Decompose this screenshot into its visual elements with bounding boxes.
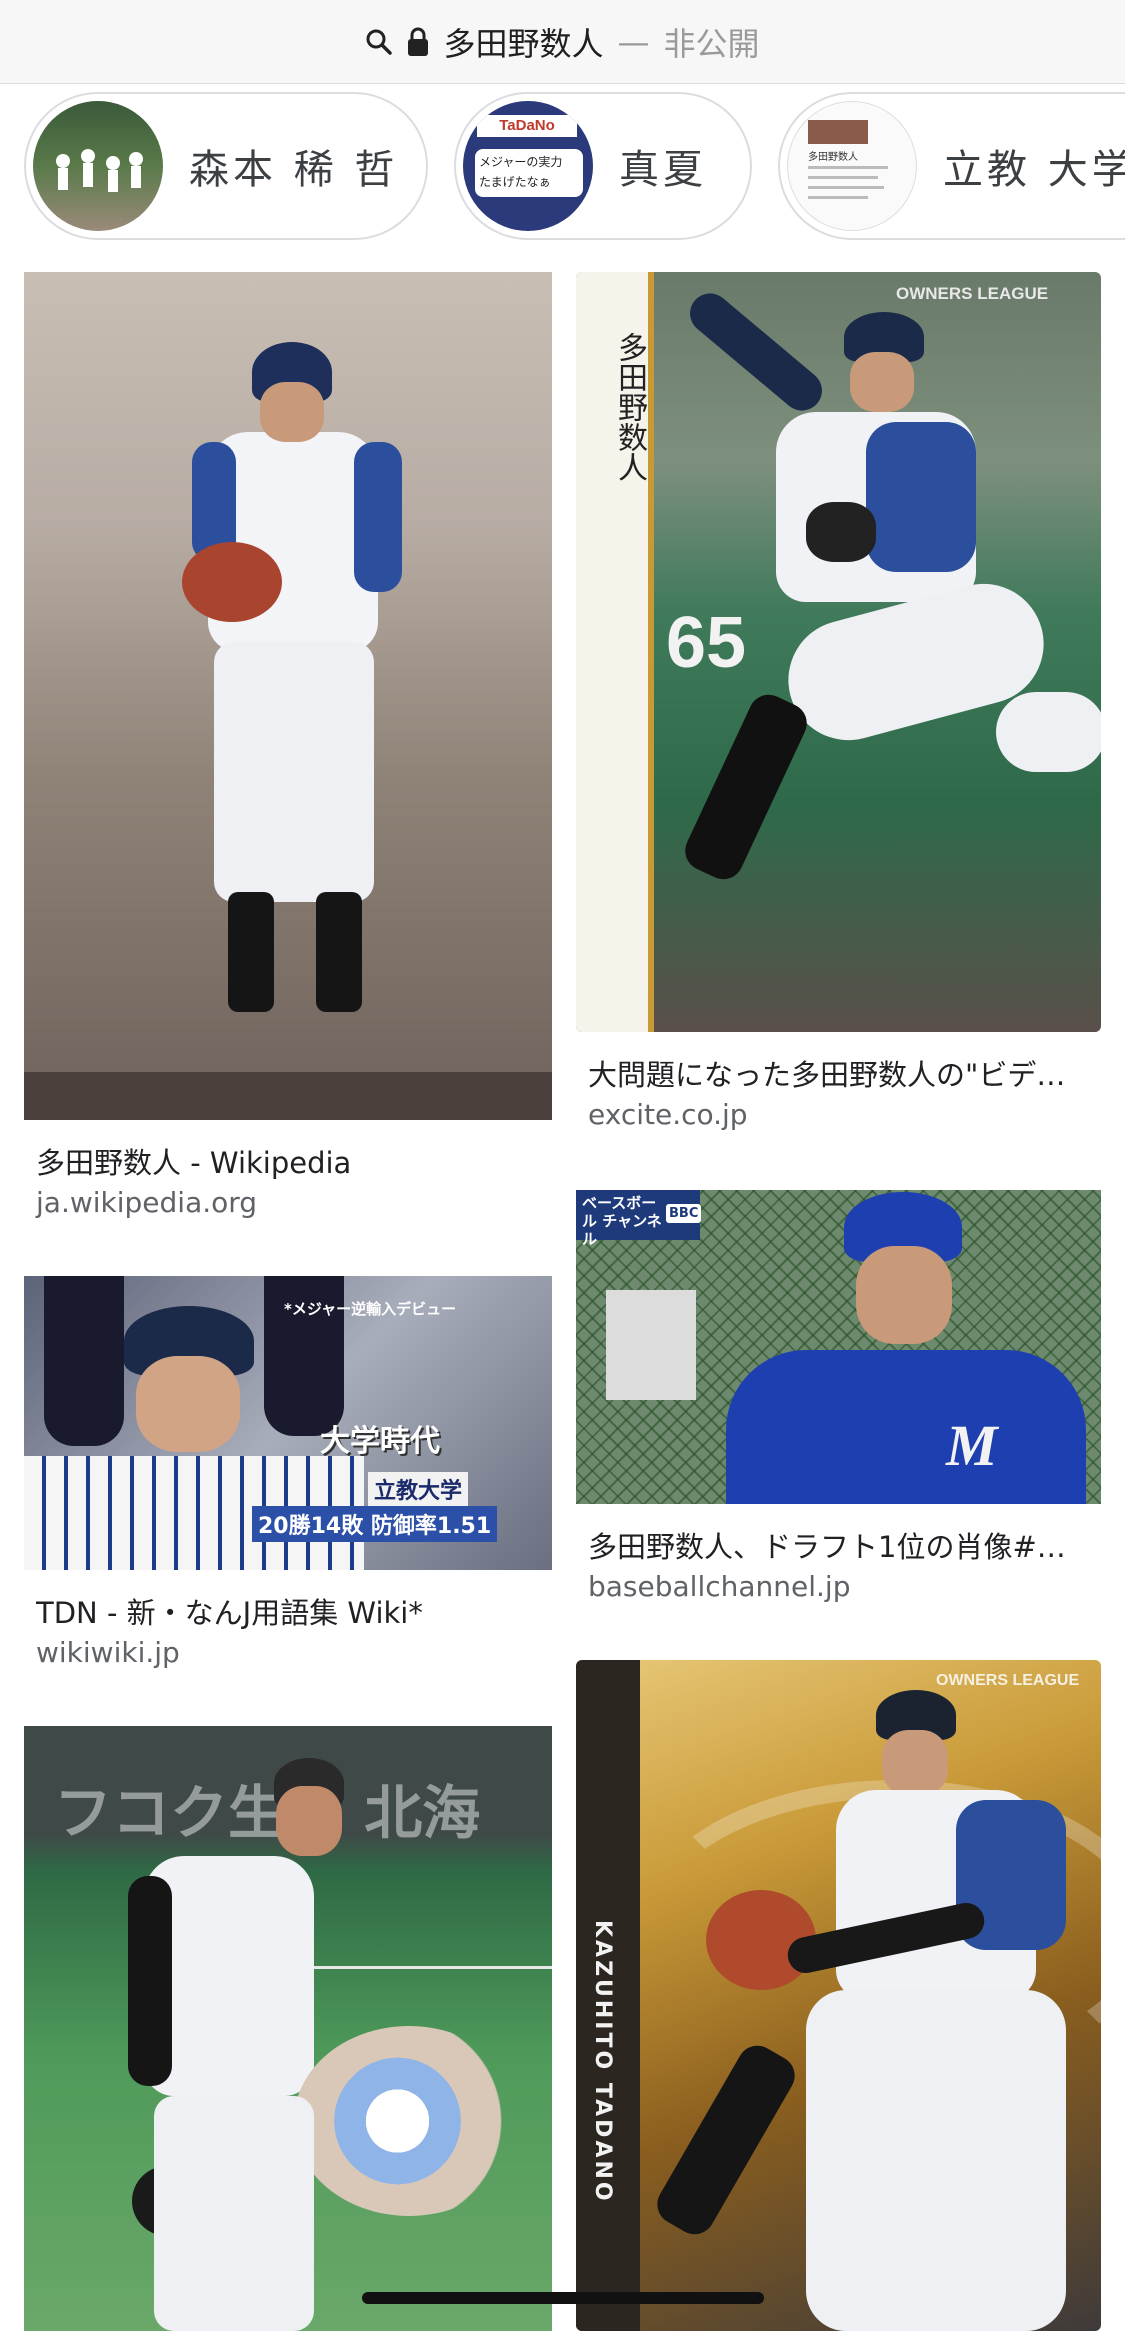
title-separator: —	[617, 22, 650, 61]
player-leg	[678, 688, 814, 886]
glove	[182, 542, 282, 622]
related-chips: 森本 稀 哲 TaDaNo メジャーの実力 たまげたなぁ 真夏 多田野数人 立教…	[0, 92, 1125, 242]
tv-caption-school: 立教大学	[368, 1472, 469, 1506]
site-subtitle: 非公開	[663, 24, 760, 63]
tv-caption-top: *メジャー逆輸入デビュー	[284, 1300, 457, 1318]
player-face	[136, 1356, 240, 1452]
bbc-badge: BBC	[666, 1204, 702, 1223]
player-pants	[806, 1990, 1066, 2331]
card-number: 65	[666, 603, 747, 683]
result-title[interactable]: 多田野数人、ドラフト1位の肖像#…	[588, 1524, 1088, 1566]
player-arm	[44, 1276, 124, 1446]
player-face	[856, 1246, 952, 1344]
player-jersey	[726, 1350, 1086, 1504]
result-image-baseballchannel[interactable]: ベースボール チャンネル BBC M	[576, 1190, 1101, 1504]
home-indicator[interactable]	[362, 2292, 764, 2304]
chip-label: 森本 稀 哲	[189, 147, 399, 193]
chip-thumb-title: TaDaNo	[477, 115, 577, 137]
result-source[interactable]: baseballchannel.jp	[588, 1570, 851, 1603]
lock-icon	[407, 27, 429, 57]
chip-label: 真夏	[619, 147, 707, 193]
glove	[806, 502, 876, 562]
player-pants	[154, 2096, 314, 2331]
chip-thumb-line: たまげたなぁ	[479, 175, 551, 189]
result-title[interactable]: 大問題になった多田野数人の"ビデ…	[588, 1052, 1088, 1094]
tv-caption-era: 大学時代	[320, 1424, 440, 1459]
background-window	[606, 1290, 696, 1400]
result-title[interactable]: 多田野数人 - Wikipedia	[36, 1140, 536, 1182]
player-face	[882, 1730, 948, 1796]
player-knee	[996, 692, 1101, 772]
player-pants	[214, 642, 374, 902]
mound	[24, 1072, 552, 1120]
result-title[interactable]: TDN - 新・なんJ用語集 Wiki*	[36, 1590, 536, 1632]
flower-bouquet	[294, 2026, 524, 2216]
chip-morimoto[interactable]: 森本 稀 哲	[24, 92, 428, 240]
search-icon	[365, 28, 393, 56]
player-face	[260, 382, 324, 442]
chip-manatsu[interactable]: TaDaNo メジャーの実力 たまげたなぁ 真夏	[454, 92, 752, 240]
stadium-sign: フコク生命 北海	[54, 1779, 481, 1847]
chip-thumbnail: 多田野数人	[787, 101, 917, 231]
result-image-excite[interactable]: 多田野数人 OWNERS LEAGUE 65	[576, 272, 1101, 1032]
player-sock	[316, 892, 362, 1012]
card-name: 多田野数人	[612, 332, 647, 482]
result-source[interactable]: excite.co.jp	[588, 1098, 748, 1131]
player-leg	[650, 2038, 802, 2242]
player-sock	[228, 892, 274, 1012]
result-image-wikiwiki[interactable]: *メジャー逆輸入デビュー 大学時代 立教大学 20勝14敗 防御率1.51	[24, 1276, 552, 1570]
result-image-card[interactable]: KAZUHITO TADANO OWNERS LEAGUE	[576, 1660, 1101, 2331]
chip-thumb-line: メジャーの実力	[479, 155, 563, 169]
chip-thumb-line: 多田野数人	[808, 152, 858, 163]
card-brand: OWNERS LEAGUE	[936, 1672, 1080, 1689]
player-arm	[128, 1876, 172, 2086]
foul-line	[292, 1966, 552, 1969]
jersey-logo: M	[946, 1413, 998, 1478]
player-arm	[681, 285, 831, 419]
card-name: KAZUHITO TADANO	[590, 1920, 615, 2204]
chip-label: 立教 大学	[943, 147, 1125, 193]
result-source[interactable]: ja.wikipedia.org	[36, 1186, 257, 1219]
chip-rikkyo[interactable]: 多田野数人 立教 大学	[778, 92, 1125, 240]
bbc-logo-text: ベースボール チャンネル	[582, 1194, 662, 1248]
result-image-stadium[interactable]: フコク生命 北海	[24, 1726, 552, 2331]
player-sleeve	[866, 422, 976, 572]
tv-caption-stats: 20勝14敗 防御率1.51	[252, 1506, 498, 1542]
chip-thumbnail: TaDaNo メジャーの実力 たまげたなぁ	[463, 101, 593, 231]
result-image-wikipedia[interactable]	[24, 272, 552, 1120]
site-title: 多田野数人	[443, 24, 604, 63]
chip-thumbnail	[33, 101, 163, 231]
address-bar-url[interactable]: 多田野数人 — 非公開	[365, 19, 760, 65]
player-face	[276, 1786, 342, 1856]
card-brand: OWNERS LEAGUE	[896, 284, 1049, 303]
address-bar[interactable]: 多田野数人 — 非公開	[0, 0, 1125, 84]
player-sleeve	[354, 442, 402, 592]
result-source[interactable]: wikiwiki.jp	[36, 1636, 180, 1669]
player-face	[850, 352, 914, 412]
